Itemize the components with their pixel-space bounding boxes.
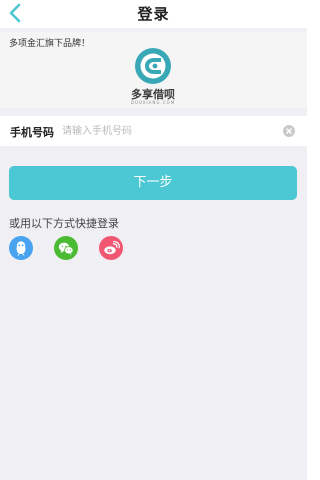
phone-row: 手机号码 [0,116,307,146]
wechat-icon [54,236,78,260]
qq-login-button[interactable] [9,236,33,260]
brand-logo-icon [133,46,173,86]
next-button[interactable]: 下一步 [9,166,297,200]
phone-label: 手机号码 [10,126,54,139]
wechat-login-button[interactable] [54,236,78,260]
clear-phone-button[interactable] [283,125,295,137]
clear-icon [283,125,295,137]
login-screen: 登录 多项金汇旗下品牌！ 多享借呗 DUOXIANG.COM 手机号码 下一步 … [0,0,307,480]
weibo-login-button[interactable] [99,236,123,260]
brand-domain: DUOXIANG.COM [130,100,176,105]
weibo-icon [99,236,123,260]
phone-input[interactable] [62,122,272,140]
brand-note: 多项金汇旗下品牌！ [9,39,91,49]
qq-icon [9,236,33,260]
top-navbar: 登录 [0,0,307,28]
quick-login-label: 或用以下方式快捷登录 [9,217,119,230]
page-title: 登录 [137,5,170,23]
